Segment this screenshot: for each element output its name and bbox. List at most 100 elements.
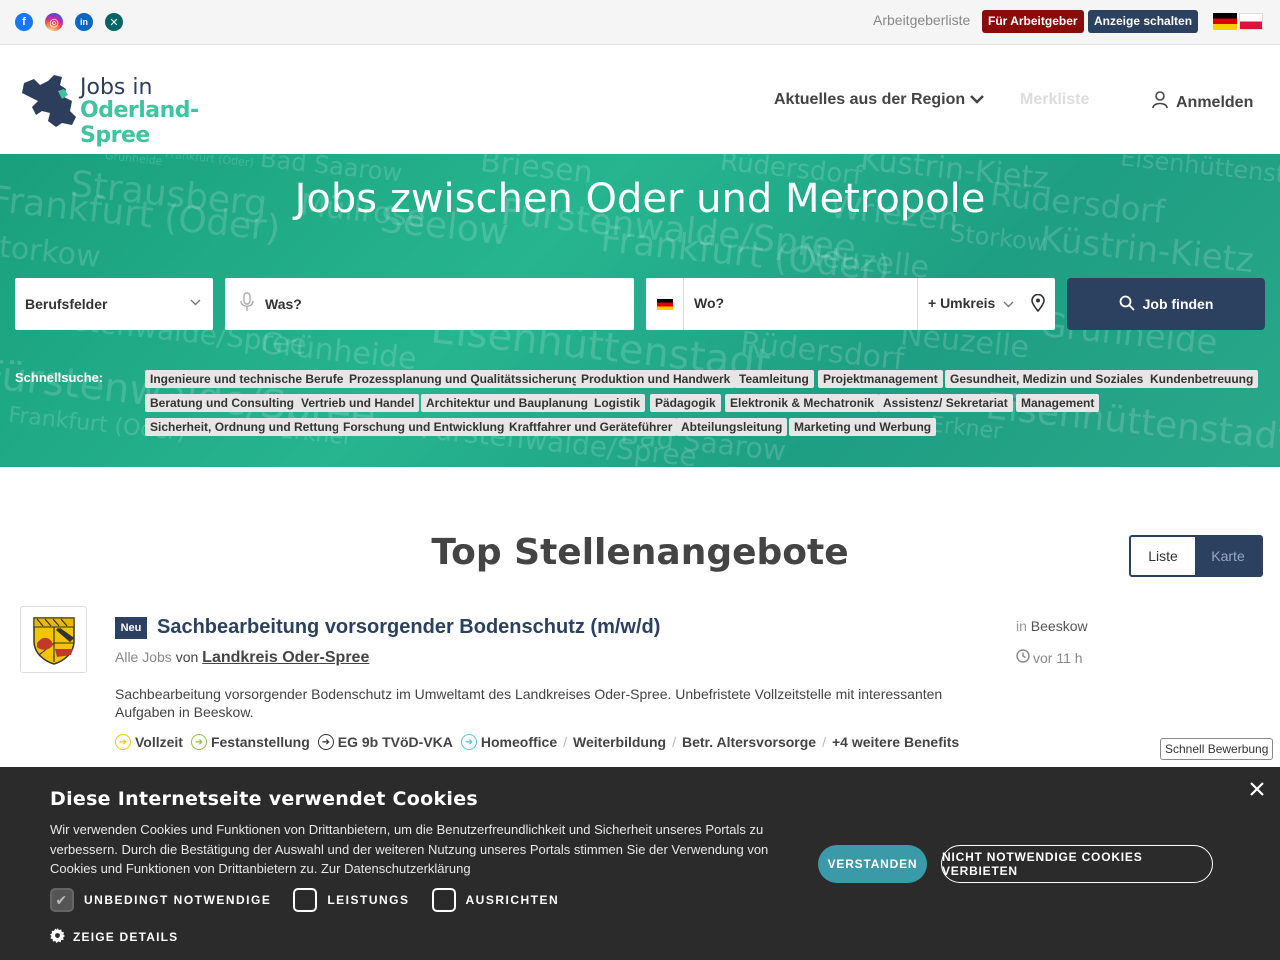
quick-tag[interactable]: Gesundheit, Medizin und Soziales [945, 370, 1149, 388]
view-list-button[interactable]: Liste [1131, 537, 1195, 575]
nav-watchlist[interactable]: Merkliste [1020, 91, 1089, 109]
login-label: Anmelden [1176, 93, 1254, 111]
site-logo[interactable]: Jobs in Oderland-Spree [20, 71, 260, 148]
cookie-text: Wir verwenden Cookies und Funktionen von… [50, 822, 769, 876]
checkbox[interactable] [431, 888, 456, 912]
find-job-button[interactable]: Job finden [1067, 278, 1265, 330]
all-jobs-label: Alle Jobs [115, 649, 172, 665]
quick-tag[interactable]: Produktion und Handwerk [576, 370, 736, 388]
separator: / [822, 734, 826, 750]
company-link[interactable]: Landkreis Oder-Spree [202, 649, 369, 666]
option-label: AUSRICHTEN [465, 893, 560, 907]
quick-tag[interactable]: Marketing und Werbung [789, 418, 937, 436]
location-pin-icon[interactable] [1031, 293, 1045, 315]
job-location: in Beeskow [1016, 618, 1088, 634]
cookie-option-targeting[interactable]: AUSRICHTEN [431, 888, 560, 912]
radius-select[interactable]: + Umkreis [917, 278, 1055, 330]
cookie-title: Diese Internetseite verwendet Cookies [50, 788, 478, 810]
what-field[interactable] [225, 278, 634, 330]
cookie-accept-button[interactable]: VERSTANDEN [818, 845, 927, 883]
instagram-icon[interactable]: ◎ [45, 13, 63, 31]
place-ad-button[interactable]: Anzeige schalten [1088, 10, 1199, 33]
arrow-right-icon: ➜ [115, 734, 131, 750]
main-header: Jobs in Oderland-Spree Aktuelles aus der… [0, 45, 1280, 154]
checkbox[interactable] [293, 888, 318, 912]
region-map-icon [22, 75, 76, 127]
close-icon[interactable] [1250, 779, 1264, 802]
cookie-option-necessary[interactable]: ✔ UNBEDINGT NOTWENDIGE [50, 888, 271, 912]
cookie-deny-button[interactable]: NICHT NOTWENDIGE COOKIES VERBIETEN [941, 845, 1213, 883]
benefit-homeoffice: Homeoffice [480, 734, 558, 750]
company-logo[interactable] [20, 606, 87, 673]
nav-region-label: Aktuelles aus der Region [774, 91, 966, 108]
checkbox-checked[interactable]: ✔ [50, 888, 74, 912]
more-benefits-link[interactable]: +4 weitere Benefits [832, 734, 959, 750]
view-map-button[interactable]: Karte [1195, 537, 1261, 575]
category-select-label: Berufsfelder [25, 296, 108, 312]
option-label: LEISTUNGS [327, 893, 410, 907]
cookie-show-details[interactable]: ZEIGE DETAILS [50, 928, 178, 946]
cookie-options: ✔ UNBEDINGT NOTWENDIGE LEISTUNGS AUSRICH… [50, 888, 559, 912]
where-input[interactable] [694, 295, 894, 311]
linkedin-icon[interactable]: in [75, 13, 93, 31]
quick-tag[interactable]: Beratung und Consulting [145, 394, 299, 412]
hero-title: Jobs zwischen Oder und Metropole [294, 176, 986, 222]
where-field[interactable]: + Umkreis [646, 278, 1055, 330]
employer-list-link[interactable]: Arbeitgeberliste [873, 12, 970, 28]
quick-tag[interactable]: Projektmanagement [818, 370, 943, 388]
quick-tag[interactable]: Elektronik & Mechatronik [725, 394, 880, 412]
cookie-option-performance[interactable]: LEISTUNGS [293, 888, 409, 912]
new-badge: Neu [115, 617, 147, 639]
quick-tag[interactable]: Architektur und Bauplanung [421, 394, 593, 412]
job-description: Sachbearbeitung vorsorgender Bodenschutz… [115, 686, 943, 720]
quick-tag[interactable]: Prozessplanung und Qualitätssicherung [344, 370, 585, 388]
benefit-salary: EG 9b TVöD-VKA [337, 734, 453, 750]
bg-word: Storkow [0, 227, 103, 276]
facebook-icon[interactable]: f [15, 13, 33, 31]
job-title-link[interactable]: Sachbearbeitung vorsorgender Bodenschutz… [157, 616, 660, 639]
quick-tag[interactable]: Assistenz/ Sekretariat [878, 394, 1013, 412]
radius-label: + Umkreis [928, 295, 996, 311]
quick-tag[interactable]: Sicherheit, Ordnung und Rettung [145, 418, 345, 436]
polish-flag-icon[interactable] [1239, 13, 1263, 30]
quick-tag[interactable]: Logistik [589, 394, 646, 412]
bg-word: Grünheide [104, 154, 164, 168]
country-flag-selector[interactable] [646, 278, 684, 330]
quick-tag[interactable]: Kraftfahrer und Geräteführer [504, 418, 678, 436]
what-input[interactable] [265, 296, 565, 312]
quick-tag[interactable]: Vertrieb und Handel [296, 394, 420, 412]
quick-tag[interactable]: Pädagogik [650, 394, 721, 412]
search-icon [1119, 295, 1135, 314]
posted-value: vor 11 h [1033, 649, 1083, 666]
german-flag-icon[interactable] [1213, 13, 1237, 30]
by-label: von [175, 649, 199, 665]
login-link[interactable]: Anmelden [1152, 91, 1253, 114]
user-icon [1152, 91, 1168, 114]
for-employers-button[interactable]: Für Arbeitgeber [982, 10, 1084, 33]
separator: / [672, 734, 676, 750]
option-label: UNBEDINGT NOTWENDIGE [84, 893, 272, 907]
nav-region-news[interactable]: Aktuelles aus der Region [774, 91, 984, 109]
quick-tag[interactable]: Forschung und Entwicklung [338, 418, 510, 436]
view-toggle: Liste Karte [1129, 535, 1263, 577]
category-select[interactable]: Berufsfelder [15, 278, 213, 330]
job-company-line: Alle Jobs von Landkreis Oder-Spree [115, 649, 369, 667]
quick-apply-badge[interactable]: Schnell Bewerbung [1160, 738, 1274, 760]
quick-tag[interactable]: Abteilungsleitung [676, 418, 788, 436]
quick-tag[interactable]: Kundenbetreuung [1145, 370, 1259, 388]
show-details-label: ZEIGE DETAILS [73, 930, 179, 944]
arrow-right-icon: ➜ [317, 734, 334, 750]
quick-tag[interactable]: Teamleitung [734, 370, 814, 388]
clock-icon [1016, 649, 1030, 666]
coat-of-arms-icon [32, 616, 75, 665]
microphone-icon[interactable] [239, 291, 255, 317]
quick-tag[interactable]: Management [1016, 394, 1100, 412]
separator: / [563, 734, 568, 750]
quick-tag[interactable]: Ingenieure und technische Berufe [145, 370, 349, 388]
top-bar: f ◎ in ✕ Arbeitgeberliste Für Arbeitgebe… [0, 0, 1280, 45]
job-benefits: ➜ Vollzeit ➜ Festanstellung ➜ EG 9b TVöD… [115, 734, 959, 750]
xing-icon[interactable]: ✕ [105, 13, 123, 31]
chevron-down-icon [969, 91, 984, 108]
benefit-pension: Betr. Altersvorsorge [681, 734, 817, 750]
job-posted-time: vor 11 h [1016, 649, 1083, 666]
